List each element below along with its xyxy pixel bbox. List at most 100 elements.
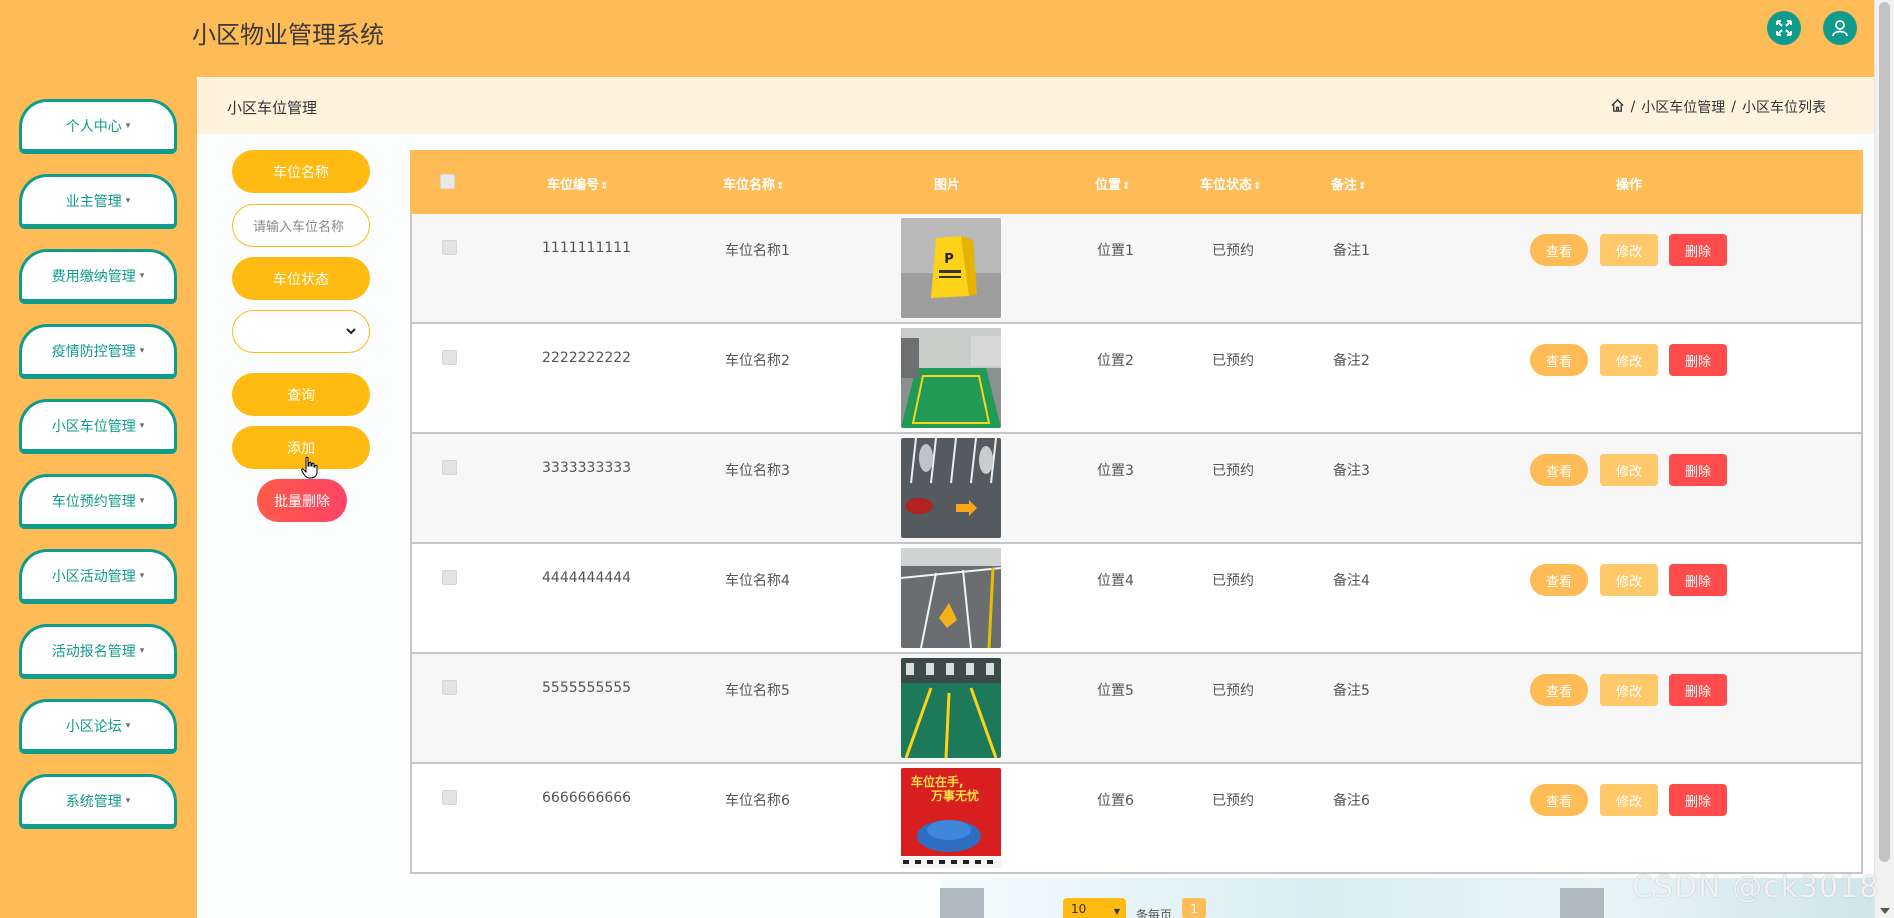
sidebar-item-label: 小区论坛 <box>65 718 122 735</box>
sort-icon[interactable]: ⇕ <box>1358 181 1366 192</box>
sidebar-item-personal-center[interactable]: 个人中心 ▾ <box>19 99 177 154</box>
breadcrumb: / 小区车位管理 / 小区车位列表 <box>1610 97 1826 117</box>
table-row: 4444444444 车位名称4 位置4 已预约 备注4 查看 修改 删除 <box>410 544 1863 654</box>
edit-button[interactable]: 修改 <box>1600 454 1658 486</box>
column-header-label: 车位名称 <box>723 178 776 193</box>
parking-ad-poster: 车位在手, 万事无忧 <box>901 768 1001 868</box>
row-checkbox[interactable] <box>442 680 457 695</box>
cell-code: 4444444444 <box>542 570 632 586</box>
background-pillar <box>940 888 984 918</box>
cell-status: 已预约 <box>1212 683 1254 699</box>
view-button[interactable]: 查看 <box>1530 344 1588 376</box>
page-number-current[interactable]: 1 <box>1182 898 1207 918</box>
parking-table: 车位编号⇕ 车位名称⇕ 图片 位置⇕ 车位状态⇕ 备注⇕ 操作 11111111… <box>410 150 1863 874</box>
cell-note: 备注6 <box>1333 793 1370 809</box>
row-checkbox[interactable] <box>442 240 457 255</box>
caret-down-icon: ▾ <box>125 795 131 806</box>
view-button[interactable]: 查看 <box>1530 564 1588 596</box>
cell-code: 1111111111 <box>542 240 632 256</box>
caret-down-icon: ▾ <box>139 495 145 506</box>
edit-button[interactable]: 修改 <box>1600 784 1658 816</box>
sidebar-item-epidemic-control[interactable]: 疫情防控管理 ▾ <box>19 324 177 379</box>
caret-down-icon: ▾ <box>125 120 131 131</box>
cell-location: 位置2 <box>1097 353 1134 369</box>
name-label: 车位名称 <box>232 150 370 193</box>
column-header-name[interactable]: 车位名称⇕ <box>723 174 784 193</box>
delete-button[interactable]: 删除 <box>1669 564 1727 596</box>
column-header-code[interactable]: 车位编号⇕ <box>547 174 608 193</box>
sidebar-item-label: 活动报名管理 <box>51 643 136 660</box>
edit-button[interactable]: 修改 <box>1600 564 1658 596</box>
page-title: 小区车位管理 <box>227 99 318 117</box>
cell-location: 位置3 <box>1097 463 1134 479</box>
delete-button[interactable]: 删除 <box>1669 234 1727 266</box>
sidebar-item-fee-payment[interactable]: 费用缴纳管理 ▾ <box>19 249 177 304</box>
table-row: 3333333333 车位名称3 位置3 已预约 备注3 查看 修改 删除 <box>410 434 1863 544</box>
pagination: 10 ▼ 条每页 1 <box>1063 898 1207 918</box>
cell-name: 车位名称3 <box>725 463 790 479</box>
sidebar-item-activity-management[interactable]: 小区活动管理 ▾ <box>19 549 177 604</box>
sidebar-item-owner-management[interactable]: 业主管理 ▾ <box>19 174 177 229</box>
edit-button[interactable]: 修改 <box>1600 234 1658 266</box>
sort-icon[interactable]: ⇕ <box>776 181 784 192</box>
column-header-location[interactable]: 位置⇕ <box>1095 174 1130 193</box>
scrollbar-thumb[interactable] <box>1879 2 1890 862</box>
page-scrollbar[interactable] <box>1874 0 1894 918</box>
sidebar-item-system-management[interactable]: 系统管理 ▾ <box>19 774 177 829</box>
per-page-label: 条每页 <box>1136 908 1173 918</box>
app-title: 小区物业管理系统 <box>192 21 384 49</box>
edit-button[interactable]: 修改 <box>1600 344 1658 376</box>
breadcrumb-item[interactable]: 小区车位管理 <box>1641 97 1725 117</box>
row-checkbox[interactable] <box>442 460 457 475</box>
cell-note: 备注1 <box>1333 243 1370 259</box>
sort-icon[interactable]: ⇕ <box>1253 181 1261 192</box>
table-row: 6666666666 车位名称6 车位在手, 万事无忧 位置6 已预约 备注6 查… <box>410 764 1863 874</box>
view-button[interactable]: 查看 <box>1530 784 1588 816</box>
sort-icon[interactable]: ⇕ <box>1122 181 1130 192</box>
batch-delete-button[interactable]: 批量删除 <box>257 479 347 522</box>
sidebar-item-activity-signup[interactable]: 活动报名管理 ▾ <box>19 624 177 679</box>
page-size-select[interactable]: 10 ▼ <box>1063 898 1126 918</box>
delete-button[interactable]: 删除 <box>1669 344 1727 376</box>
fullscreen-icon[interactable] <box>1767 11 1801 45</box>
name-search-input[interactable]: 请输入车位名称 <box>232 204 370 247</box>
cell-status: 已预约 <box>1212 353 1254 369</box>
delete-button[interactable]: 删除 <box>1669 784 1727 816</box>
chevron-down-icon <box>346 328 356 335</box>
breadcrumb-separator: / <box>1731 99 1736 115</box>
sort-icon[interactable]: ⇕ <box>600 181 608 192</box>
row-checkbox[interactable] <box>442 350 457 365</box>
poster-text: 车位在手, <box>911 774 964 789</box>
cell-code: 6666666666 <box>542 790 632 806</box>
top-header: 小区物业管理系统 <box>0 0 1874 77</box>
sidebar-item-parking-reservation[interactable]: 车位预约管理 ▾ <box>19 474 177 529</box>
view-button[interactable]: 查看 <box>1530 234 1588 266</box>
row-checkbox[interactable] <box>442 570 457 585</box>
column-header-label: 位置 <box>1095 178 1122 193</box>
page-size-value: 10 <box>1071 902 1087 916</box>
sidebar-item-forum[interactable]: 小区论坛 ▾ <box>19 699 177 754</box>
hand-cursor-icon <box>301 456 318 479</box>
sidebar-item-label: 疫情防控管理 <box>51 343 136 360</box>
row-checkbox[interactable] <box>442 790 457 805</box>
cell-status: 已预约 <box>1212 463 1254 479</box>
sidebar-item-parking-management[interactable]: 小区车位管理 ▾ <box>19 399 177 454</box>
delete-button[interactable]: 删除 <box>1669 674 1727 706</box>
user-icon[interactable] <box>1823 11 1857 45</box>
view-button[interactable]: 查看 <box>1530 674 1588 706</box>
select-all-checkbox[interactable] <box>440 174 455 189</box>
sidebar-item-label: 费用缴纳管理 <box>51 268 136 285</box>
column-header-note[interactable]: 备注⇕ <box>1331 174 1366 193</box>
edit-button[interactable]: 修改 <box>1600 674 1658 706</box>
delete-button[interactable]: 删除 <box>1669 454 1727 486</box>
column-header-label: 车位状态 <box>1200 178 1253 193</box>
view-button[interactable]: 查看 <box>1530 454 1588 486</box>
cell-status: 已预约 <box>1212 793 1254 809</box>
scroll-down-icon[interactable] <box>1880 908 1890 914</box>
cell-note: 备注3 <box>1333 463 1370 479</box>
query-button[interactable]: 查询 <box>232 373 370 416</box>
breadcrumb-separator: / <box>1630 99 1636 115</box>
home-icon[interactable] <box>1610 98 1625 117</box>
status-select[interactable] <box>232 310 370 353</box>
column-header-status[interactable]: 车位状态⇕ <box>1200 174 1261 193</box>
